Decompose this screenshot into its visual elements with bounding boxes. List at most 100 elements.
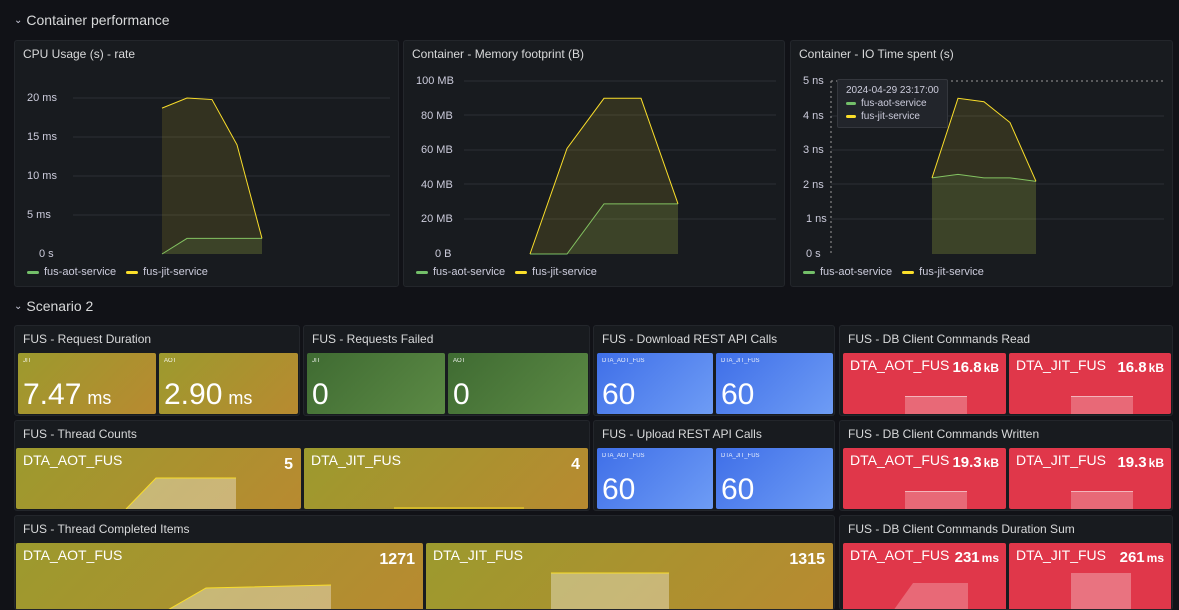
tile-value: 60 (602, 378, 636, 411)
legend: fus-aot-service fus-jit-service (27, 266, 208, 278)
y-tick-label: 20 MB (421, 213, 453, 225)
y-tick-label: 5 ns (803, 75, 824, 87)
legend-item-jit[interactable]: fus-jit-service (902, 266, 984, 278)
db-commands-read-panel[interactable]: FUS - DB Client Commands Read DTA_AOT_FU… (839, 325, 1173, 416)
legend-item-jit[interactable]: fus-jit-service (515, 266, 597, 278)
request-duration-panel[interactable]: FUS - Request Duration JIT 7.47 ms AOT 2.… (14, 325, 300, 416)
stat-tile-aot[interactable]: DTA_AOT_FUS 16.8 kB (843, 353, 1006, 414)
stat-tile-jit[interactable]: JIT 0 (307, 353, 445, 414)
io-chart: 5 ns 4 ns 3 ns 2 ns 1 ns 0 s (803, 75, 1164, 260)
tile-label: DTA_AOT_FUS (850, 452, 950, 468)
db-commands-written-panel[interactable]: FUS - DB Client Commands Written DTA_AOT… (839, 420, 1173, 511)
upload-api-calls-panel[interactable]: FUS - Upload REST API Calls DTA_AOT_FUS … (593, 420, 835, 511)
tile-value: 19.3 kB (952, 454, 999, 471)
tile-label: DTA_JIT_FUS (721, 453, 760, 459)
chart-tooltip: 2024-04-29 23:17:00 fus-aot-service fus-… (837, 79, 948, 128)
cpu-chart: 20 ms 15 ms 10 ms 5 ms 0 s (27, 92, 390, 260)
tile-label: DTA_JIT_FUS (1016, 452, 1106, 468)
y-tick-label: 40 MB (421, 179, 453, 191)
tile-value: 60 (721, 378, 755, 411)
legend: fus-aot-service fus-jit-service (416, 266, 597, 278)
sparkline (394, 507, 524, 509)
tile-value: 2.90 ms (164, 378, 253, 411)
legend-item-aot[interactable]: fus-aot-service (27, 266, 116, 278)
db-commands-duration-panel[interactable]: FUS - DB Client Commands Duration Sum DT… (839, 515, 1173, 610)
stat-tile-aot[interactable]: DTA_AOT_FUS 1271 (16, 543, 423, 609)
panel-title: FUS - DB Client Commands Duration Sum (848, 522, 1075, 536)
stat-tile-aot[interactable]: DTA_AOT_FUS 5 (16, 448, 301, 509)
panel-title: FUS - Request Duration (23, 332, 152, 346)
stat-tile-aot[interactable]: DTA_AOT_FUS 19.3 kB (843, 448, 1006, 509)
stat-tile-jit[interactable]: DTA_JIT_FUS 19.3 kB (1009, 448, 1171, 509)
memory-panel[interactable]: Container - Memory footprint (B) 100 MB … (403, 40, 785, 287)
tile-label: DTA_JIT_FUS (1016, 357, 1106, 373)
panel-title: FUS - DB Client Commands Read (848, 332, 1031, 346)
y-tick-label: 15 ms (27, 131, 57, 143)
y-tick-label: 3 ns (803, 144, 824, 156)
sparkline (168, 584, 332, 609)
tooltip-time: 2024-04-29 23:17:00 (846, 85, 939, 96)
requests-failed-panel[interactable]: FUS - Requests Failed JIT 0 AOT 0 (303, 325, 590, 416)
panel-title: FUS - Thread Completed Items (23, 522, 190, 536)
tile-value: 16.8 kB (952, 359, 999, 376)
tile-value: 60 (602, 473, 636, 506)
stat-tile-jit[interactable]: DTA_JIT_FUS 261 ms (1009, 543, 1171, 609)
legend-item-aot[interactable]: fus-aot-service (416, 266, 505, 278)
chevron-down-icon: ⌄ (14, 300, 23, 312)
stat-tile-aot[interactable]: DTA_AOT_FUS 60 (597, 353, 713, 414)
tile-label: DTA_AOT_FUS (850, 357, 950, 373)
stat-tile-aot[interactable]: DTA_AOT_FUS 60 (597, 448, 713, 509)
y-tick-label: 80 MB (421, 110, 453, 122)
tile-value: 0 (312, 378, 329, 411)
panel-title: FUS - Download REST API Calls (602, 332, 778, 346)
panel-title: FUS - Requests Failed (312, 332, 434, 346)
row-title: Scenario 2 (26, 298, 94, 314)
stat-tile-jit[interactable]: DTA_JIT_FUS 60 (716, 448, 833, 509)
series-area-fus-jit-service (530, 98, 678, 254)
sparkline-area (905, 491, 967, 509)
stat-tile-aot[interactable]: DTA_AOT_FUS 231 ms (843, 543, 1006, 609)
memory-series-group (529, 97, 679, 255)
panel-title: FUS - DB Client Commands Written (848, 427, 1040, 441)
sparkline (894, 583, 968, 609)
stat-tile-aot[interactable]: AOT 2.90 ms (159, 353, 298, 414)
sparkline (551, 572, 669, 609)
legend-item-jit[interactable]: fus-jit-service (126, 266, 208, 278)
tooltip-row-jit: fus-jit-service (846, 111, 939, 122)
row-header-scenario-2[interactable]: ⌄ Scenario 2 (14, 298, 93, 314)
sparkline (1071, 573, 1131, 609)
stat-tile-jit[interactable]: DTA_JIT_FUS 1315 (426, 543, 833, 609)
y-tick-label: 0 s (39, 248, 54, 260)
stat-tile-jit[interactable]: DTA_JIT_FUS 4 (304, 448, 588, 509)
cpu-usage-panel[interactable]: CPU Usage (s) - rate 20 ms 15 ms 10 ms 5… (14, 40, 399, 287)
tile-label: JIT (312, 358, 321, 364)
legend: fus-aot-service fus-jit-service (803, 266, 984, 278)
download-api-calls-panel[interactable]: FUS - Download REST API Calls DTA_AOT_FU… (593, 325, 835, 416)
stat-tile-jit[interactable]: DTA_JIT_FUS 60 (716, 353, 833, 414)
y-tick-label: 2 ns (803, 179, 824, 191)
chevron-down-icon: ⌄ (14, 14, 23, 26)
tile-value: 16.8 kB (1117, 359, 1164, 376)
panel-title: FUS - Upload REST API Calls (602, 427, 762, 441)
thread-counts-panel[interactable]: FUS - Thread Counts DTA_AOT_FUS 5 DTA_JI… (14, 420, 590, 511)
tile-value: 0 (453, 378, 470, 411)
thread-completed-panel[interactable]: FUS - Thread Completed Items DTA_AOT_FUS… (14, 515, 835, 610)
sparkline-area (1071, 491, 1133, 509)
row-header-container-performance[interactable]: ⌄ Container performance (14, 12, 170, 28)
tile-label: AOT (453, 358, 466, 364)
tile-value: 7.47 ms (23, 378, 112, 411)
stat-tile-aot[interactable]: AOT 0 (448, 353, 588, 414)
y-tick-label: 60 MB (421, 144, 453, 156)
tile-label: JIT (23, 358, 32, 364)
stat-tile-jit[interactable]: DTA_JIT_FUS 16.8 kB (1009, 353, 1171, 414)
y-tick-label: 1 ns (806, 213, 827, 225)
stat-tile-jit[interactable]: JIT 7.47 ms (18, 353, 156, 414)
sparkline-area (1071, 396, 1133, 414)
io-time-panel[interactable]: Container - IO Time spent (s) 5 ns 4 ns … (790, 40, 1173, 287)
y-tick-label: 20 ms (27, 92, 57, 104)
y-tick-label: 100 MB (416, 75, 454, 87)
y-tick-label: 4 ns (803, 110, 824, 122)
y-tick-label: 10 ms (27, 170, 57, 182)
legend-item-aot[interactable]: fus-aot-service (803, 266, 892, 278)
tile-value: 19.3 kB (1117, 454, 1164, 471)
